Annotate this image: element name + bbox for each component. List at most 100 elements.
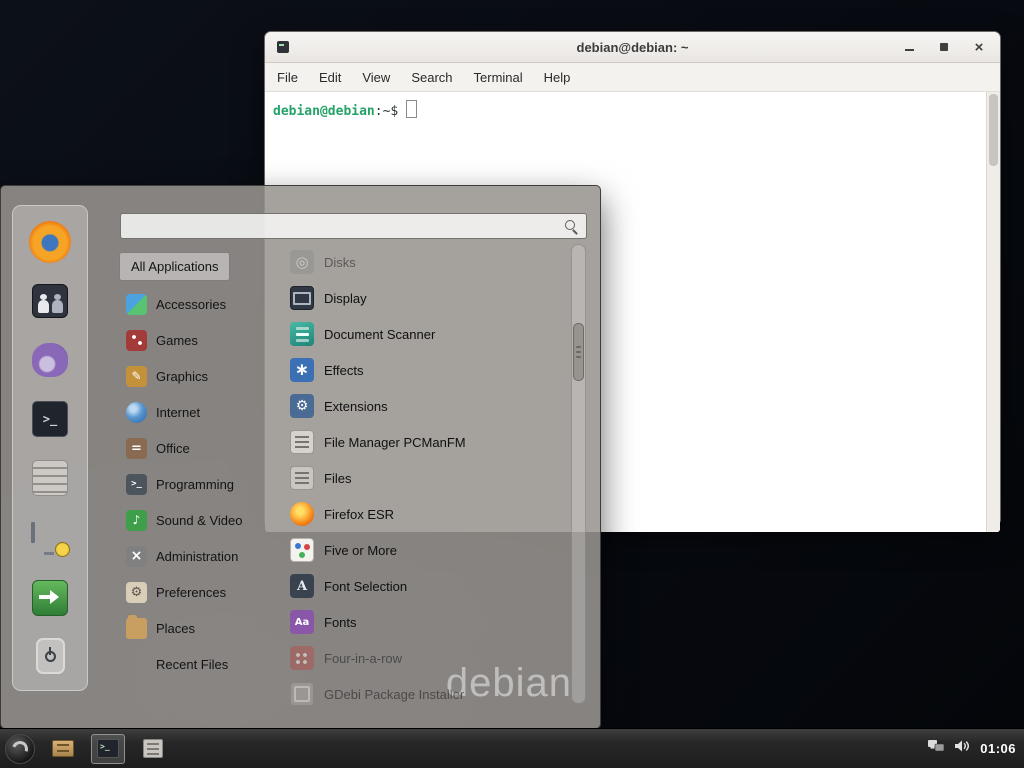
terminal-cursor	[406, 100, 417, 118]
display-icon	[290, 286, 314, 310]
category-administration[interactable]: Administration	[119, 538, 277, 574]
menu-help[interactable]: Help	[544, 70, 571, 85]
terminal-taskbar-icon	[97, 739, 119, 758]
users-icon	[32, 284, 68, 318]
administration-icon	[126, 546, 147, 567]
file-manager-icon	[290, 430, 314, 454]
search-icon	[564, 219, 579, 234]
preferences-icon	[126, 582, 147, 603]
document-scanner-icon	[290, 322, 314, 346]
prompt-path: :~$	[375, 104, 398, 119]
shut-down-button[interactable]	[26, 634, 74, 678]
log-out-icon	[32, 580, 68, 616]
four-in-a-row-icon	[290, 646, 314, 670]
category-sound-video[interactable]: Sound & Video	[119, 502, 277, 538]
app-firefox-esr[interactable]: Firefox ESR	[282, 496, 570, 532]
terminal-scrollbar-thumb[interactable]	[989, 94, 998, 166]
app-effects[interactable]: Effects	[282, 352, 570, 388]
app-font-selection[interactable]: Font Selection	[282, 568, 570, 604]
favorite-users[interactable]	[26, 279, 74, 323]
app-file-manager-pcmanfm[interactable]: File Manager PCManFM	[282, 424, 570, 460]
category-games[interactable]: Games	[119, 322, 277, 358]
clock[interactable]: 01:06	[980, 741, 1016, 756]
applications-list: Disks Display Document Scanner Effects E…	[282, 244, 570, 706]
menu-button[interactable]	[5, 734, 35, 764]
search-input[interactable]	[121, 214, 586, 238]
category-all-applications[interactable]: All Applications	[119, 252, 230, 281]
application-menu: debian All Applications Accessorie	[0, 185, 601, 729]
file-manager-launcher[interactable]	[46, 734, 80, 764]
office-icon	[126, 438, 147, 459]
app-files[interactable]: Files	[282, 460, 570, 496]
window-title: debian@debian: ~	[265, 40, 1000, 55]
app-five-or-more[interactable]: Five or More	[282, 532, 570, 568]
sound-video-icon	[126, 510, 147, 531]
category-internet[interactable]: Internet	[119, 394, 277, 430]
favorite-firefox[interactable]	[26, 220, 74, 264]
power-icon	[36, 638, 65, 674]
category-accessories[interactable]: Accessories	[119, 286, 277, 322]
recent-files-icon	[126, 654, 147, 675]
category-office[interactable]: Office	[119, 430, 277, 466]
app-four-in-a-row[interactable]: Four-in-a-row	[282, 640, 570, 676]
prompt-user: debian@debian	[273, 104, 375, 119]
maximize-button[interactable]	[933, 36, 955, 58]
app-display[interactable]: Display	[282, 280, 570, 316]
lock-screen-button[interactable]	[26, 518, 74, 562]
category-places[interactable]: Places	[119, 610, 277, 646]
accessories-icon	[126, 294, 147, 315]
terminal-icon	[32, 401, 68, 437]
extensions-icon	[290, 394, 314, 418]
favorite-pidgin[interactable]	[26, 338, 74, 382]
files-icon	[290, 466, 314, 490]
firefox-icon	[29, 221, 71, 263]
system-tray: 01:06	[928, 739, 1016, 758]
favorite-terminal[interactable]	[26, 397, 74, 441]
minimize-button[interactable]	[898, 36, 920, 58]
terminal-menubar: File Edit View Search Terminal Help	[265, 63, 1000, 92]
menu-search[interactable]: Search	[411, 70, 452, 85]
app-disks[interactable]: Disks	[282, 244, 570, 280]
five-or-more-icon	[290, 538, 314, 562]
applications-scrollbar[interactable]	[571, 244, 586, 704]
app-document-scanner[interactable]: Document Scanner	[282, 316, 570, 352]
category-recent-files[interactable]: Recent Files	[119, 646, 277, 682]
menu-edit[interactable]: Edit	[319, 70, 341, 85]
session-buttons	[26, 518, 74, 678]
graphics-icon	[126, 366, 147, 387]
log-out-button[interactable]	[26, 576, 74, 620]
category-programming[interactable]: Programming	[119, 466, 277, 502]
menu-file[interactable]: File	[277, 70, 298, 85]
effects-icon	[290, 358, 314, 382]
close-button[interactable]: ×	[968, 36, 990, 58]
window-controls: ×	[898, 32, 990, 62]
app-fonts[interactable]: Fonts	[282, 604, 570, 640]
files-launcher[interactable]	[136, 734, 170, 764]
search-bar	[120, 213, 587, 239]
scrollbar-thumb[interactable]	[573, 323, 584, 381]
terminal-scrollbar[interactable]	[986, 92, 1000, 532]
taskbar-left	[5, 734, 170, 764]
favorite-software-manager[interactable]	[26, 456, 74, 500]
category-graphics[interactable]: Graphics	[119, 358, 277, 394]
terminal-titlebar[interactable]: debian@debian: ~ ×	[265, 32, 1000, 63]
favorites-column	[12, 205, 88, 691]
app-gdebi-package-installer[interactable]: GDebi Package Installer	[282, 676, 570, 706]
disks-icon	[290, 250, 314, 274]
app-extensions[interactable]: Extensions	[282, 388, 570, 424]
category-preferences[interactable]: Preferences	[119, 574, 277, 610]
terminal-taskbar-button[interactable]	[91, 734, 125, 764]
file-manager-taskbar-icon	[52, 740, 74, 757]
menu-view[interactable]: View	[362, 70, 390, 85]
lock-screen-icon	[31, 524, 69, 556]
taskbar: 01:06	[0, 728, 1024, 768]
gdebi-icon	[290, 682, 314, 706]
places-icon	[126, 618, 147, 639]
network-icon[interactable]	[928, 739, 944, 758]
menu-terminal[interactable]: Terminal	[474, 70, 523, 85]
programming-icon	[126, 474, 147, 495]
firefox-esr-icon	[290, 502, 314, 526]
software-manager-icon	[32, 460, 68, 496]
volume-icon[interactable]	[954, 739, 970, 758]
pidgin-icon	[32, 343, 68, 377]
